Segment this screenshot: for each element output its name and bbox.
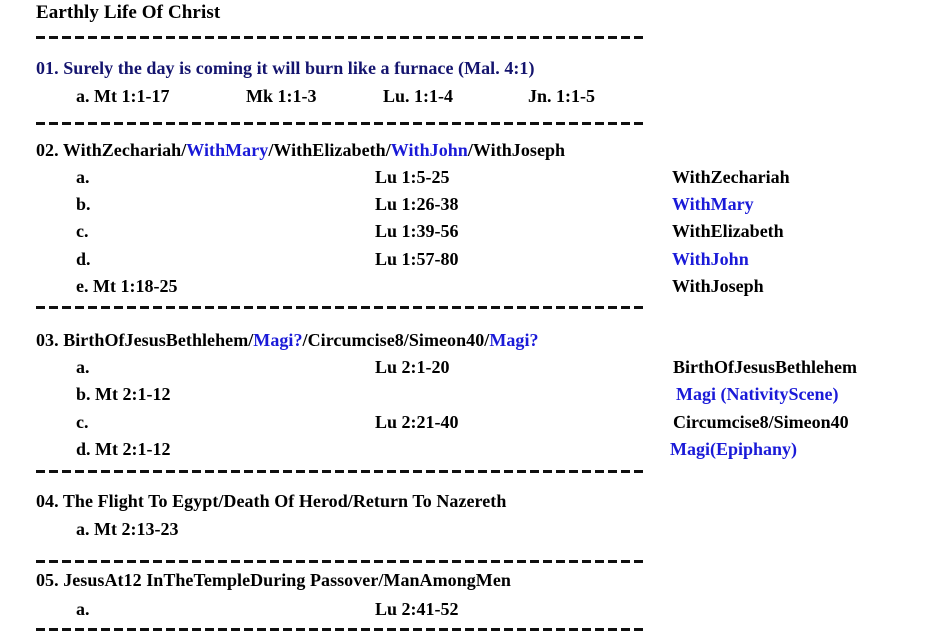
section-heading-03-seg-2: /Circumcise8/Simeon40/ [302,330,490,350]
entry-row-03-b: b. Mt 2:1-12 Magi (NativityScene) [0,384,929,408]
separator-line-6 [36,628,646,631]
entry-row-02-b: b. Lu 1:26-38 WithMary [0,194,929,218]
entry-row-03-a: a. Lu 2:1-20 BirthOfJesusBethlehem [0,357,929,381]
entry-label: a. Mt 2:13-23 [76,519,179,539]
section-heading-03: 03. BirthOfJesusBethlehem/Magi?/Circumci… [36,330,539,351]
entry-row-03-c: c. Lu 2:21-40 Circumcise8/Simeon40 [0,412,929,436]
section-heading-02-seg-4: /WithJoseph [467,140,566,160]
entry-ref: Lu 2:41-52 [375,599,459,619]
separator-line-3 [36,306,646,309]
entry-ref: Mk 1:1-3 [246,86,317,106]
entry-label: a. [76,167,90,187]
entry-desc: Jn. 1:1-5 [528,86,595,106]
entry-label: b. [76,194,91,214]
section-heading-04: 04. The Flight To Egypt/Death Of Herod/R… [36,491,506,512]
entry-row-03-d: d. Mt 2:1-12 Magi(Epiphany) [0,439,929,463]
entry-desc: WithJoseph [672,276,764,296]
entry-row-02-c: c. Lu 1:39-56 WithElizabeth [0,221,929,245]
entry-ref-2: Lu. 1:1-4 [383,86,454,106]
entry-desc: WithMary [672,194,754,214]
section-heading-05-text: 05. JesusAt12 InTheTempleDuring Passover… [36,570,511,590]
entry-desc: Magi (NativityScene) [676,384,839,404]
entry-label: c. [76,412,89,432]
section-heading-03-seg-0: 03. BirthOfJesusBethlehem/ [36,330,254,350]
entry-desc: WithElizabeth [672,221,784,241]
entry-desc: WithJohn [672,249,749,269]
separator-line-4 [36,470,646,473]
entry-row-02-e: e. Mt 1:18-25 WithJoseph [0,276,929,300]
section-heading-01: 01. Surely the day is coming it will bur… [36,58,535,79]
section-heading-02-seg-2: /WithElizabeth/ [268,140,391,160]
separator-line-1 [36,36,646,39]
entry-ref: Lu 2:21-40 [375,412,459,432]
section-heading-04-text: 04. The Flight To Egypt/Death Of Herod/R… [36,491,507,511]
section-heading-02-seg-1: WithMary [186,140,269,160]
entry-label: d. Mt 2:1-12 [76,439,171,459]
entry-label: a. [76,599,90,619]
entry-label: a. [76,357,90,377]
section-heading-01-text: 01. Surely the day is coming it will bur… [36,58,535,78]
entry-row-01-a: a. Mt 1:1-17 Mk 1:1-3 Lu. 1:1-4 Jn. 1:1-… [0,86,929,110]
section-heading-05: 05. JesusAt12 InTheTempleDuring Passover… [36,570,511,591]
section-heading-02-seg-3: WithJohn [390,140,468,160]
entry-ref: Lu 1:57-80 [375,249,459,269]
entry-row-02-a: a. Lu 1:5-25 WithZechariah [0,167,929,191]
entry-ref: Lu 1:26-38 [375,194,459,214]
entry-row-05-a: a. Lu 2:41-52 [0,599,929,623]
section-heading-02-seg-0: 02. WithZechariah/ [36,140,187,160]
entry-desc: Magi(Epiphany) [670,439,798,459]
entry-label: b. Mt 2:1-12 [76,384,171,404]
entry-row-04-a: a. Mt 2:13-23 [0,519,929,543]
separator-line-2 [36,122,646,125]
separator-line-5 [36,560,646,563]
section-heading-03-seg-1: Magi? [253,330,303,350]
entry-desc: Circumcise8/Simeon40 [673,412,849,432]
entry-label: a. Mt 1:1-17 [76,86,170,106]
entry-row-02-d: d. Lu 1:57-80 WithJohn [0,249,929,273]
section-heading-02: 02. WithZechariah/WithMary/WithElizabeth… [36,140,565,161]
entry-ref: Lu 2:1-20 [375,357,450,377]
entry-ref: Lu 1:5-25 [375,167,450,187]
entry-label: c. [76,221,89,241]
entry-ref: Lu 1:39-56 [375,221,459,241]
entry-label: e. Mt 1:18-25 [76,276,178,296]
entry-desc: BirthOfJesusBethlehem [673,357,857,377]
entry-desc: WithZechariah [672,167,790,187]
document-page: Earthly Life Of Christ 01. Surely the da… [0,0,929,641]
entry-label: d. [76,249,91,269]
page-title: Earthly Life Of Christ [36,2,221,23]
section-heading-03-seg-3: Magi? [489,330,539,350]
